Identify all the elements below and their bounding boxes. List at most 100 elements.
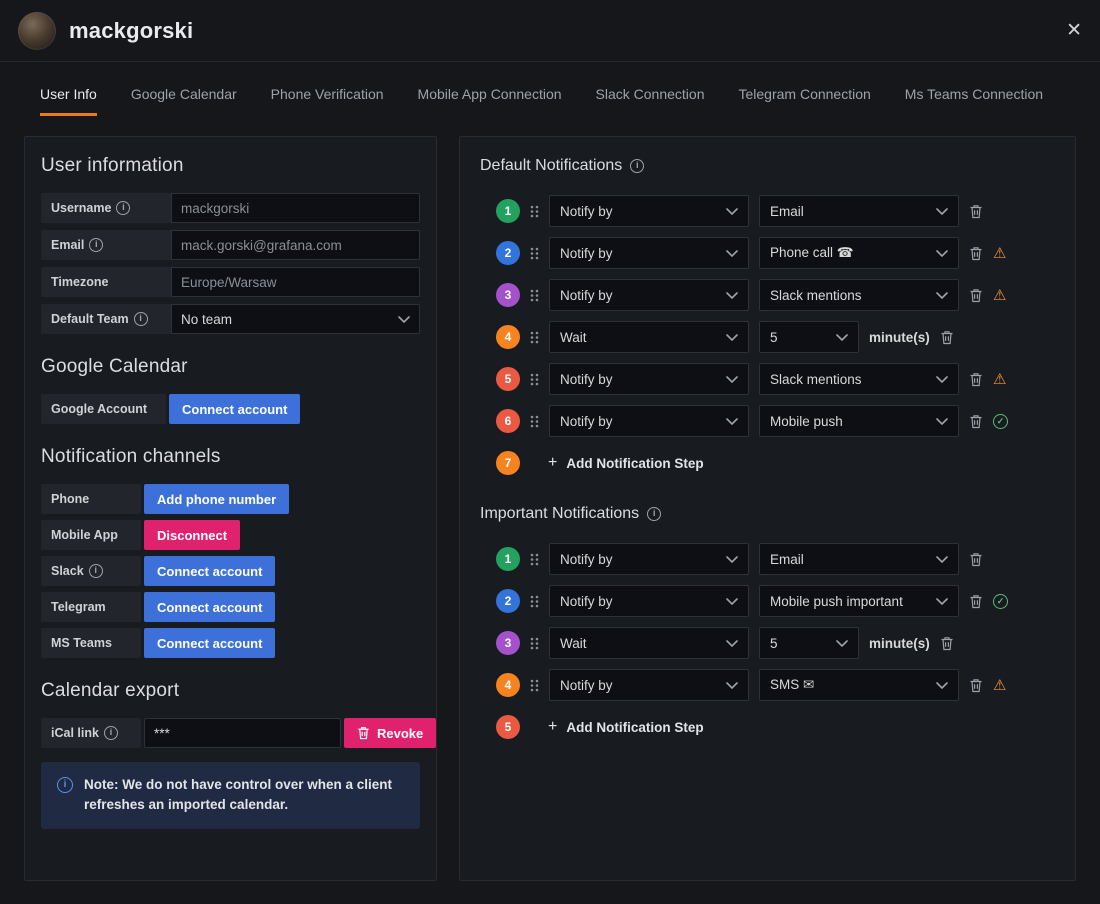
select-value: Notify by	[560, 203, 613, 219]
tab-user-info[interactable]: User Info	[40, 80, 97, 116]
notify-by-select[interactable]: Notify by	[549, 363, 749, 395]
label-text: Slack	[51, 564, 84, 578]
mobile-app-label: Mobile App i	[41, 520, 141, 550]
chevron-down-icon	[936, 597, 948, 605]
drag-handle-icon[interactable]	[530, 205, 539, 218]
add-notification-step-button[interactable]: + Add Notification Step	[548, 454, 704, 472]
notification-step: 2 Notify by Phone call ☎ ⚠ ✓	[496, 237, 1055, 269]
delete-step-button[interactable]	[969, 288, 983, 303]
drag-handle-icon[interactable]	[530, 595, 539, 608]
connect-slack-button[interactable]: Connect account	[144, 556, 276, 586]
delete-step-button[interactable]	[969, 552, 983, 567]
delete-step-button[interactable]	[969, 246, 983, 261]
close-icon[interactable]: ✕	[1066, 19, 1082, 42]
step-number-badge: 5	[496, 367, 520, 391]
telegram-label: Telegram i	[41, 592, 141, 622]
channel-select[interactable]: Mobile push	[759, 405, 959, 437]
chevron-down-icon	[936, 681, 948, 689]
channel-select[interactable]: Phone call ☎	[759, 237, 959, 269]
delete-step-button[interactable]	[969, 678, 983, 693]
channel-select[interactable]: Slack mentions	[759, 279, 959, 311]
add-phone-number-button[interactable]: Add phone number	[144, 484, 290, 514]
wait-select[interactable]: Wait	[549, 627, 749, 659]
tab-phone-verification[interactable]: Phone Verification	[271, 80, 384, 116]
trash-icon	[970, 288, 982, 302]
drag-handle-icon[interactable]	[530, 679, 539, 692]
delete-step-button[interactable]	[969, 594, 983, 609]
notification-channels-heading: Notification channels	[41, 446, 221, 467]
tab-ms-teams-connection[interactable]: Ms Teams Connection	[905, 80, 1043, 116]
field-label-text: Timezone	[51, 275, 109, 289]
trash-icon	[970, 678, 982, 692]
username-input[interactable]	[171, 193, 420, 223]
notify-by-select[interactable]: Notify by	[549, 543, 749, 575]
select-value: Notify by	[560, 413, 613, 429]
timezone-input[interactable]	[171, 267, 420, 297]
drag-handle-icon[interactable]	[530, 415, 539, 428]
ical-link-input[interactable]	[144, 718, 341, 748]
delete-step-button[interactable]	[969, 414, 983, 429]
ms-teams-label: MS Teams i	[41, 628, 141, 658]
delete-step-button[interactable]	[940, 330, 954, 345]
tab-telegram-connection[interactable]: Telegram Connection	[738, 80, 870, 116]
delete-step-button[interactable]	[969, 204, 983, 219]
connect-ms-teams-button[interactable]: Connect account	[144, 628, 276, 658]
drag-handle-icon[interactable]	[530, 331, 539, 344]
notify-by-select[interactable]: Notify by	[549, 585, 749, 617]
drag-handle-icon[interactable]	[530, 373, 539, 386]
chevron-down-icon	[726, 375, 738, 383]
tab-slack-connection[interactable]: Slack Connection	[596, 80, 705, 116]
chevron-down-icon	[726, 249, 738, 257]
chevron-down-icon	[726, 207, 738, 215]
connect-google-account-button[interactable]: Connect account	[169, 394, 301, 424]
notify-by-select[interactable]: Notify by	[549, 195, 749, 227]
drag-handle-icon[interactable]	[530, 553, 539, 566]
revoke-button[interactable]: Revoke	[344, 718, 437, 748]
default-team-label: Default Team i	[41, 304, 171, 334]
drag-handle-icon[interactable]	[530, 289, 539, 302]
info-icon: i	[116, 201, 131, 215]
notification-step: 2 Notify by Mobile push important ⚠ ✓	[496, 585, 1055, 617]
add-step-label: Add Notification Step	[566, 719, 704, 735]
avatar	[18, 11, 56, 50]
info-icon: i	[630, 159, 645, 173]
delete-step-button[interactable]	[969, 372, 983, 387]
notification-step-wait: 3 Wait 5 minute(s)	[496, 627, 1055, 659]
field-label-text: Username	[51, 201, 112, 215]
disconnect-mobile-app-button[interactable]: Disconnect	[144, 520, 241, 550]
chevron-down-icon	[836, 639, 848, 647]
add-notification-step-button[interactable]: + Add Notification Step	[548, 718, 704, 736]
drag-handle-icon[interactable]	[530, 247, 539, 260]
delete-step-button[interactable]	[940, 636, 954, 651]
notify-by-select[interactable]: Notify by	[549, 279, 749, 311]
channel-select[interactable]: Slack mentions	[759, 363, 959, 395]
notification-step: 3 Notify by Slack mentions ⚠ ✓	[496, 279, 1055, 311]
trash-icon	[970, 204, 982, 218]
connect-telegram-button[interactable]: Connect account	[144, 592, 276, 622]
drag-handle-icon[interactable]	[530, 637, 539, 650]
default-team-select[interactable]: No team	[171, 304, 420, 334]
label-text: MS Teams	[51, 636, 112, 650]
wait-select[interactable]: Wait	[549, 321, 749, 353]
wait-value-select[interactable]: 5	[759, 627, 859, 659]
channel-select[interactable]: Email	[759, 543, 959, 575]
step-number-badge: 2	[496, 241, 520, 265]
channel-select[interactable]: Email	[759, 195, 959, 227]
notifications-panel: Default Notifications i 1 Notify by Emai…	[459, 136, 1076, 881]
notify-by-select[interactable]: Notify by	[549, 669, 749, 701]
notify-by-select[interactable]: Notify by	[549, 237, 749, 269]
channel-select[interactable]: Mobile push important	[759, 585, 959, 617]
channel-select[interactable]: SMS ✉	[759, 669, 959, 701]
phone-channel-row: Phone i Add phone number	[41, 484, 420, 514]
wait-value-select[interactable]: 5	[759, 321, 859, 353]
warning-icon: ⚠	[993, 286, 1007, 304]
username-field-row: Username i	[41, 193, 420, 223]
chevron-down-icon	[726, 333, 738, 341]
select-value: Wait	[560, 635, 587, 651]
notify-by-select[interactable]: Notify by	[549, 405, 749, 437]
chevron-down-icon	[726, 291, 738, 299]
email-field[interactable]	[171, 230, 420, 260]
important-notifications-heading: Important Notifications i	[480, 505, 1055, 523]
tab-google-calendar[interactable]: Google Calendar	[131, 80, 237, 116]
tab-mobile-app-connection[interactable]: Mobile App Connection	[418, 80, 562, 116]
